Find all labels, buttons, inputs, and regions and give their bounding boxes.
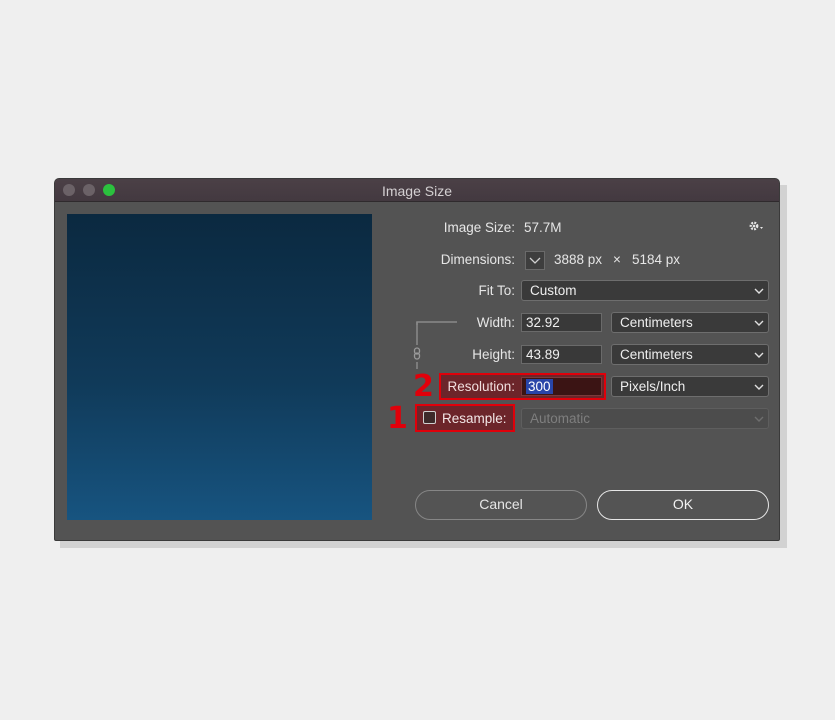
- height-unit-value: Centimeters: [620, 347, 693, 362]
- fit-to-value: Custom: [530, 283, 577, 298]
- resolution-unit-value: Pixels/Inch: [620, 379, 686, 394]
- width-unit-dropdown[interactable]: Centimeters: [611, 312, 769, 333]
- height-label: Height:: [472, 347, 515, 362]
- fit-to-dropdown[interactable]: Custom: [521, 280, 769, 301]
- ok-button[interactable]: OK: [597, 490, 769, 520]
- resolution-value: 300: [526, 379, 553, 394]
- chevron-down-icon: [529, 257, 541, 264]
- dimensions-height-px: 5184 px: [632, 252, 681, 267]
- dimensions-times: ×: [613, 252, 621, 267]
- moon-crescent: [263, 260, 292, 280]
- height-unit-dropdown[interactable]: Centimeters: [611, 344, 769, 365]
- cancel-button[interactable]: Cancel: [415, 490, 587, 520]
- annotation-number-2: 2: [413, 369, 434, 404]
- chevron-down-icon: [754, 384, 764, 390]
- width-input[interactable]: 32.92: [521, 313, 602, 332]
- image-size-dialog: Image Size Image Size: 57.7M Dimensions:…: [54, 178, 780, 541]
- resample-method-dropdown: Automatic: [521, 408, 769, 429]
- resolution-unit-dropdown[interactable]: Pixels/Inch: [611, 376, 769, 397]
- width-unit-value: Centimeters: [620, 315, 693, 330]
- chevron-down-icon: [754, 288, 764, 294]
- chevron-down-icon: [754, 416, 764, 422]
- resample-checkbox[interactable]: [423, 411, 436, 424]
- chevron-down-icon: [754, 352, 764, 358]
- title-bar: Image Size: [55, 179, 779, 202]
- resolution-label: Resolution:: [447, 379, 515, 394]
- resample-label: Resample:: [442, 411, 507, 426]
- width-label: Width:: [476, 315, 515, 330]
- dimensions-unit-dropdown[interactable]: [525, 251, 545, 270]
- fit-to-label: Fit To:: [478, 283, 515, 298]
- dimensions-width-px: 3888 px: [554, 252, 603, 267]
- gear-icon[interactable]: [748, 219, 766, 233]
- chevron-down-icon: [754, 320, 764, 326]
- image-size-value: 57.7M: [524, 220, 562, 235]
- resolution-input[interactable]: 300: [521, 377, 602, 396]
- window-title: Image Size: [381, 183, 453, 199]
- height-input[interactable]: 43.89: [521, 345, 602, 364]
- dimensions-label: Dimensions:: [440, 252, 515, 267]
- image-size-label: Image Size:: [443, 220, 515, 235]
- resample-method-value: Automatic: [530, 411, 591, 426]
- annotation-number-1: 1: [387, 401, 408, 436]
- image-preview[interactable]: [67, 214, 372, 520]
